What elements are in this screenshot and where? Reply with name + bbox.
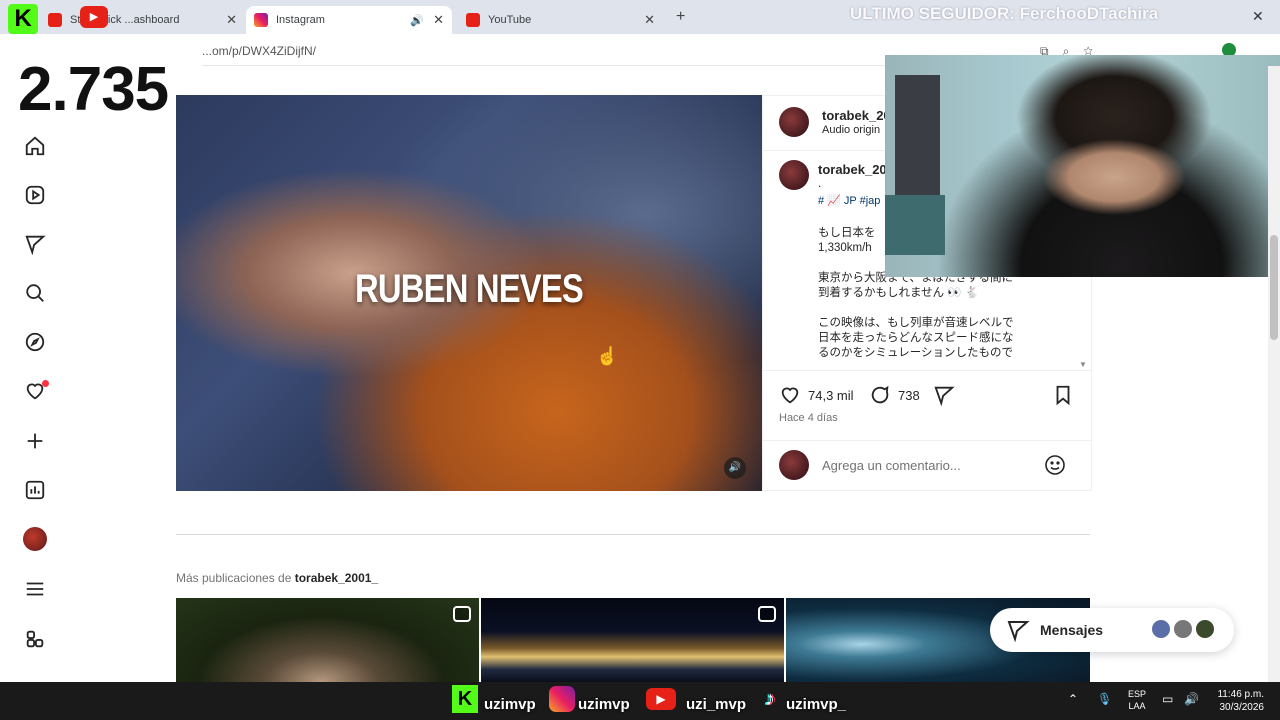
microphone-icon[interactable]: 🎙 bbox=[1097, 692, 1112, 706]
create-plus-icon[interactable] bbox=[22, 428, 48, 454]
dashboard-chart-icon[interactable] bbox=[22, 477, 48, 503]
url-field[interactable]: ...om/p/DWX4ZiDijfN/ bbox=[202, 44, 316, 58]
emoji-icon[interactable] bbox=[1043, 453, 1067, 482]
more-post-thumbnail[interactable] bbox=[176, 598, 479, 682]
tray-chevron-icon[interactable]: ⌃ bbox=[1068, 692, 1078, 706]
notification-dot bbox=[42, 380, 49, 387]
profile-avatar-icon[interactable] bbox=[22, 526, 48, 552]
close-icon[interactable]: ✕ bbox=[644, 12, 655, 28]
like-heart-icon[interactable] bbox=[779, 384, 801, 411]
tab-label: YouTube bbox=[488, 14, 532, 26]
instagram-handle: uzimvp bbox=[578, 696, 630, 713]
video-caption-text: RUBEN NEVES bbox=[355, 267, 584, 311]
tiktok-handle: uzimvp_ bbox=[786, 696, 847, 713]
network-icon[interactable]: ▭ bbox=[1162, 692, 1173, 706]
webcam-overlay bbox=[885, 55, 1280, 277]
post-timestamp: Hace 4 días bbox=[779, 412, 838, 424]
caption-line: 日本を走ったらどんなスピード感にな bbox=[818, 332, 1014, 344]
more-menu-icon[interactable] bbox=[22, 576, 48, 602]
tab-youtube[interactable]: YouTube ✕ bbox=[458, 6, 663, 34]
comment-icon[interactable] bbox=[869, 384, 891, 411]
comment-count[interactable]: 738 bbox=[898, 388, 920, 403]
youtube-handle: uzi_mvp bbox=[686, 696, 747, 713]
tab-dashboard[interactable]: Str... ...tick ...ashboard ✕ bbox=[40, 6, 245, 34]
caption-line: この映像は、もし列車が音速レベルで bbox=[818, 317, 1014, 329]
system-clock[interactable]: 11:46 p.m. 30/3/2026 bbox=[1200, 688, 1264, 714]
tab-instagram[interactable]: Instagram 🔊 ✕ bbox=[246, 6, 452, 34]
more-post-thumbnail[interactable] bbox=[481, 598, 784, 682]
divider bbox=[763, 440, 1091, 441]
divider bbox=[763, 370, 1091, 371]
messages-send-icon bbox=[1007, 621, 1030, 642]
more-posts-prefix: Más publicaciones de bbox=[176, 571, 295, 585]
post-video[interactable]: RUBEN NEVES 🔊 bbox=[176, 95, 762, 491]
author-avatar[interactable] bbox=[779, 107, 809, 137]
more-posts-label: Más publicaciones de torabek_2001_ bbox=[176, 571, 378, 585]
commenter-avatar bbox=[779, 450, 809, 480]
keyboard-layout: LAA bbox=[1128, 701, 1146, 711]
divider bbox=[763, 150, 893, 151]
like-count[interactable]: 74,3 mil bbox=[808, 388, 854, 403]
language-code: ESP bbox=[1127, 689, 1146, 699]
caption-line: 到着するかもしれません 👀 🐇 bbox=[818, 287, 980, 299]
save-bookmark-icon[interactable] bbox=[1052, 384, 1074, 411]
webcam-bed bbox=[885, 195, 945, 255]
more-posts-author[interactable]: torabek_2001_ bbox=[295, 571, 378, 585]
audio-link[interactable]: Audio origin bbox=[822, 124, 880, 136]
close-icon[interactable]: ✕ bbox=[433, 12, 444, 28]
caption-line bbox=[818, 301, 1058, 316]
chat-avatar bbox=[1194, 618, 1216, 640]
mouse-cursor-icon: ☝ bbox=[596, 346, 619, 366]
tiktok-logo-icon: ♪ bbox=[765, 688, 775, 710]
close-icon[interactable]: ✕ bbox=[226, 12, 237, 28]
caption-author-avatar[interactable] bbox=[779, 160, 809, 190]
explore-compass-icon[interactable] bbox=[22, 329, 48, 355]
notifications-heart-icon[interactable] bbox=[22, 378, 49, 404]
clock-time: 11:46 p.m. bbox=[1217, 689, 1264, 700]
favicon-icon bbox=[48, 13, 62, 27]
kick-handle: uzimvp bbox=[484, 696, 536, 713]
chat-avatar bbox=[1150, 618, 1172, 640]
instagram-favicon-icon bbox=[254, 13, 268, 27]
comment-input[interactable]: Agrega un comentario... bbox=[822, 458, 961, 473]
messages-button[interactable]: Mensajes bbox=[990, 608, 1234, 652]
language-indicator[interactable]: ESP LAA bbox=[1124, 688, 1150, 712]
reel-icon bbox=[453, 606, 471, 622]
direct-send-icon[interactable] bbox=[22, 231, 48, 257]
new-tab-button[interactable]: + bbox=[676, 8, 685, 26]
clock-date: 30/3/2026 bbox=[1219, 702, 1265, 713]
divider bbox=[176, 534, 1090, 535]
speaker-icon[interactable]: 🔊 bbox=[410, 14, 424, 27]
instagram-logo-icon bbox=[549, 686, 575, 712]
caption-dot: . bbox=[818, 176, 822, 190]
scrollbar-thumb[interactable] bbox=[1270, 235, 1278, 340]
scroll-down-icon[interactable]: ▼ bbox=[1079, 360, 1087, 369]
share-send-icon[interactable] bbox=[933, 384, 955, 411]
caption-hashtags[interactable]: # 📈 JP #jap bbox=[818, 194, 880, 207]
volume-icon[interactable]: 🔊 bbox=[1184, 692, 1199, 706]
caption-author[interactable]: torabek_20 bbox=[818, 162, 887, 177]
home-icon[interactable] bbox=[22, 133, 48, 159]
page-scrollbar[interactable] bbox=[1268, 66, 1280, 682]
kick-logo-icon: K bbox=[452, 685, 478, 713]
taskbar bbox=[0, 682, 1280, 720]
search-icon[interactable] bbox=[22, 280, 48, 306]
youtube-logo-icon: ▶ bbox=[646, 688, 676, 710]
kick-logo-icon: K bbox=[8, 4, 38, 34]
reels-icon[interactable] bbox=[22, 182, 48, 208]
chat-avatar bbox=[1172, 618, 1194, 640]
follower-banner: ULTIMO SEGUIDOR: FerchooDTachira bbox=[850, 4, 1159, 23]
also-from-meta-icon[interactable] bbox=[22, 626, 48, 652]
caption-line: るのかをシミュレーションしたもので bbox=[818, 347, 1014, 359]
author-username[interactable]: torabek_20 bbox=[822, 108, 891, 123]
youtube-logo-icon: ▶ bbox=[80, 6, 108, 28]
viewer-counter: 2.735 bbox=[18, 55, 169, 124]
mute-toggle-icon[interactable]: 🔊 bbox=[724, 457, 746, 479]
tab-label: Instagram bbox=[276, 14, 325, 26]
messages-label: Mensajes bbox=[1040, 622, 1104, 638]
reel-icon bbox=[758, 606, 776, 622]
youtube-favicon-icon bbox=[466, 13, 480, 27]
window-close-icon[interactable]: ✕ bbox=[1252, 8, 1264, 25]
